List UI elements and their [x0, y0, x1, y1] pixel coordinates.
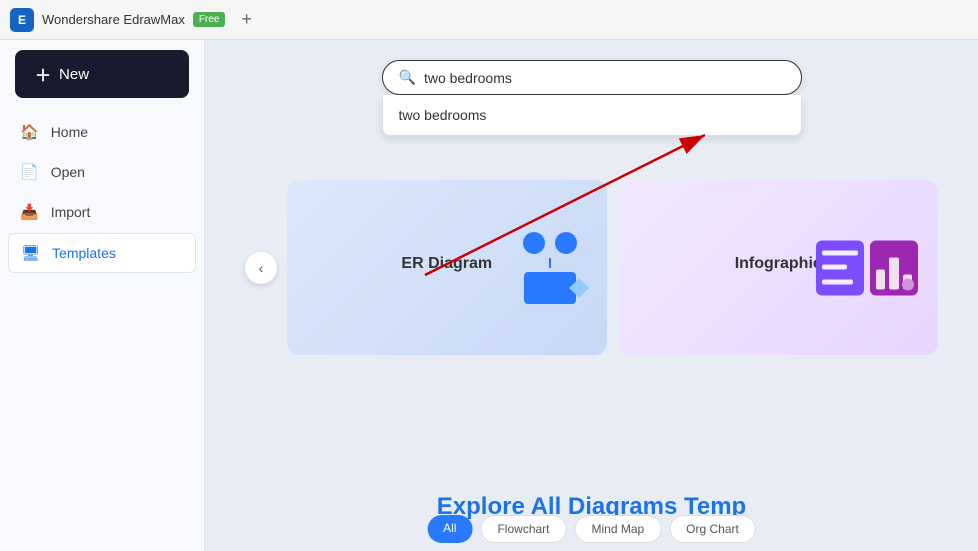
sidebar-item-open[interactable]: 📄 Open [8, 153, 196, 191]
sidebar-label-templates: Templates [52, 245, 116, 261]
search-icon: 🔍 [399, 69, 416, 86]
sidebar-label-open: Open [51, 164, 85, 180]
search-box: 🔍 [382, 60, 802, 95]
main-layout: ＋ New 🏠 Home 📄 Open 📥 Import 🖥 Templates [0, 40, 978, 551]
new-tab-button[interactable]: + [241, 9, 252, 30]
search-input[interactable] [424, 70, 785, 86]
open-icon: 📄 [20, 163, 39, 181]
pill-orgchart[interactable]: Org Chart [669, 515, 756, 543]
plus-icon: ＋ [35, 62, 51, 86]
category-pills: All Flowchart Mind Map Org Chart [427, 515, 756, 543]
pill-all[interactable]: All [427, 515, 472, 543]
app-logo: E [10, 8, 34, 32]
infographic-card-label: Infographic [735, 255, 822, 273]
pill-flowchart[interactable]: Flowchart [480, 515, 566, 543]
sidebar-nav: 🏠 Home 📄 Open 📥 Import 🖥 Templates [0, 113, 204, 273]
cards-area: ‹ ER Diagram [205, 180, 978, 355]
sidebar-item-templates[interactable]: 🖥 Templates [8, 233, 196, 273]
app-name: Wondershare EdrawMax [42, 12, 185, 27]
sidebar-item-import[interactable]: 📥 Import [8, 193, 196, 231]
sidebar-label-home: Home [51, 124, 88, 140]
er-card-label: ER Diagram [401, 255, 492, 273]
new-button-label: New [59, 66, 89, 83]
content-area: 🔍 two bedrooms ‹ ER Diagram [205, 40, 978, 551]
import-icon: 📥 [20, 203, 39, 221]
search-container: 🔍 two bedrooms [382, 60, 802, 136]
sidebar-item-home[interactable]: 🏠 Home [8, 113, 196, 151]
sidebar: ＋ New 🏠 Home 📄 Open 📥 Import 🖥 Templates [0, 40, 205, 551]
template-card-infographic[interactable]: Infographic [619, 180, 939, 355]
template-card-er[interactable]: ER Diagram [287, 180, 607, 355]
title-bar: E Wondershare EdrawMax Free + [0, 0, 978, 40]
sidebar-label-import: Import [51, 204, 91, 220]
prev-arrow[interactable]: ‹ [245, 252, 277, 284]
pill-mindmap[interactable]: Mind Map [574, 515, 661, 543]
cards-wrapper: ER Diagram [287, 180, 938, 355]
home-icon: 🏠 [20, 123, 39, 141]
new-button[interactable]: ＋ New [15, 50, 189, 98]
templates-icon: 🖥 [21, 244, 40, 262]
search-suggestion[interactable]: two bedrooms [382, 95, 802, 136]
app-badge: Free [193, 12, 226, 27]
